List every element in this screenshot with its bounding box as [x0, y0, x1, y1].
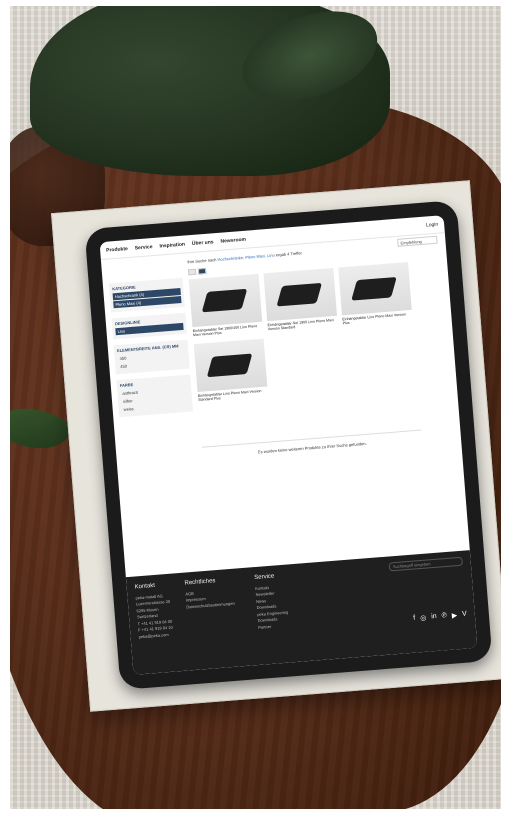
product-image[interactable] — [193, 338, 268, 392]
list-view-button[interactable] — [187, 268, 197, 276]
facet-farbe: FARBE anthrazit silber weiss — [116, 374, 194, 418]
facet-elementbreite: ELEMENTBREITE ANS. (CR) MM 450 450 — [113, 339, 190, 375]
view-toggle — [187, 267, 207, 276]
nav-item-inspiration[interactable]: Inspiration — [159, 241, 185, 249]
product-image[interactable] — [188, 273, 263, 328]
product-image[interactable] — [338, 262, 412, 316]
facebook-icon[interactable]: f — [413, 615, 416, 623]
pinterest-icon[interactable]: ℗ — [441, 612, 447, 620]
footer-rechtliches: Rechtliches AGB Impressum Datenschutzbes… — [184, 578, 235, 610]
search-result-summary: Ihre Suche nach Hochschränke, Pleno Maxi… — [187, 250, 303, 265]
sort-select[interactable]: Empfehlung — [397, 235, 438, 247]
nav-item-produkte[interactable]: Produkte — [106, 246, 128, 254]
product-card[interactable]: Einhängetablar-Set 1900 Lino Pleno Maxi … — [263, 267, 338, 332]
search-query[interactable]: Hochschränke, Pleno Maxi, Lino — [217, 253, 275, 262]
filter-sidebar: KATEGORIE Hochschrank (4) Pleno Maxi (4)… — [108, 277, 194, 423]
facet-kategorie: KATEGORIE Hochschrank (4) Pleno Maxi (4) — [108, 277, 185, 313]
nav-item-newsroom[interactable]: Newsroom — [220, 236, 246, 244]
product-card[interactable]: Einhängetablar Set 1900/400 Lino Pleno M… — [188, 273, 263, 338]
tablet-screen: Produkte Service Inspiration Über uns Ne… — [99, 215, 478, 675]
nav-item-service[interactable]: Service — [135, 244, 153, 251]
linkedin-icon[interactable]: in — [431, 613, 437, 621]
product-grid: Einhängetablar Set 1900/400 Lino Pleno M… — [188, 262, 418, 403]
no-more-results-message: Es wurden keine weiteren Produkte zu Ihr… — [201, 429, 423, 459]
footer-service: Service Kontakt Newsletter News Download… — [254, 573, 289, 630]
social-links: f ◎ in ℗ ▶ V — [413, 611, 467, 623]
photo-scene: Produkte Service Inspiration Über uns Ne… — [10, 6, 501, 809]
footer-search-input[interactable]: Suchbegriff eingeben — [388, 556, 464, 572]
product-card[interactable]: Einhängetablar Lino Pleno Maxi Version S… — [193, 338, 268, 403]
nav-item-ueber-uns[interactable]: Über uns — [192, 239, 214, 247]
site-footer: Kontakt peka-metall AG Luzernerstrasse 2… — [125, 550, 478, 675]
login-link[interactable]: Login — [426, 221, 439, 228]
youtube-icon[interactable]: ▶ — [452, 611, 458, 619]
tablet-device: Produkte Service Inspiration Über uns Ne… — [84, 200, 493, 690]
footer-kontakt: Kontakt peka-metall AG Luzernerstrasse 2… — [134, 582, 173, 639]
vimeo-icon[interactable]: V — [462, 611, 467, 619]
product-card[interactable]: Einhängetablar Lino Pleno Maxi Version P… — [338, 262, 412, 326]
product-image[interactable] — [263, 267, 338, 322]
grid-view-button[interactable] — [197, 267, 207, 275]
instagram-icon[interactable]: ◎ — [420, 614, 427, 622]
facet-designlinie: DESIGNLINIE Lino — [111, 312, 187, 340]
